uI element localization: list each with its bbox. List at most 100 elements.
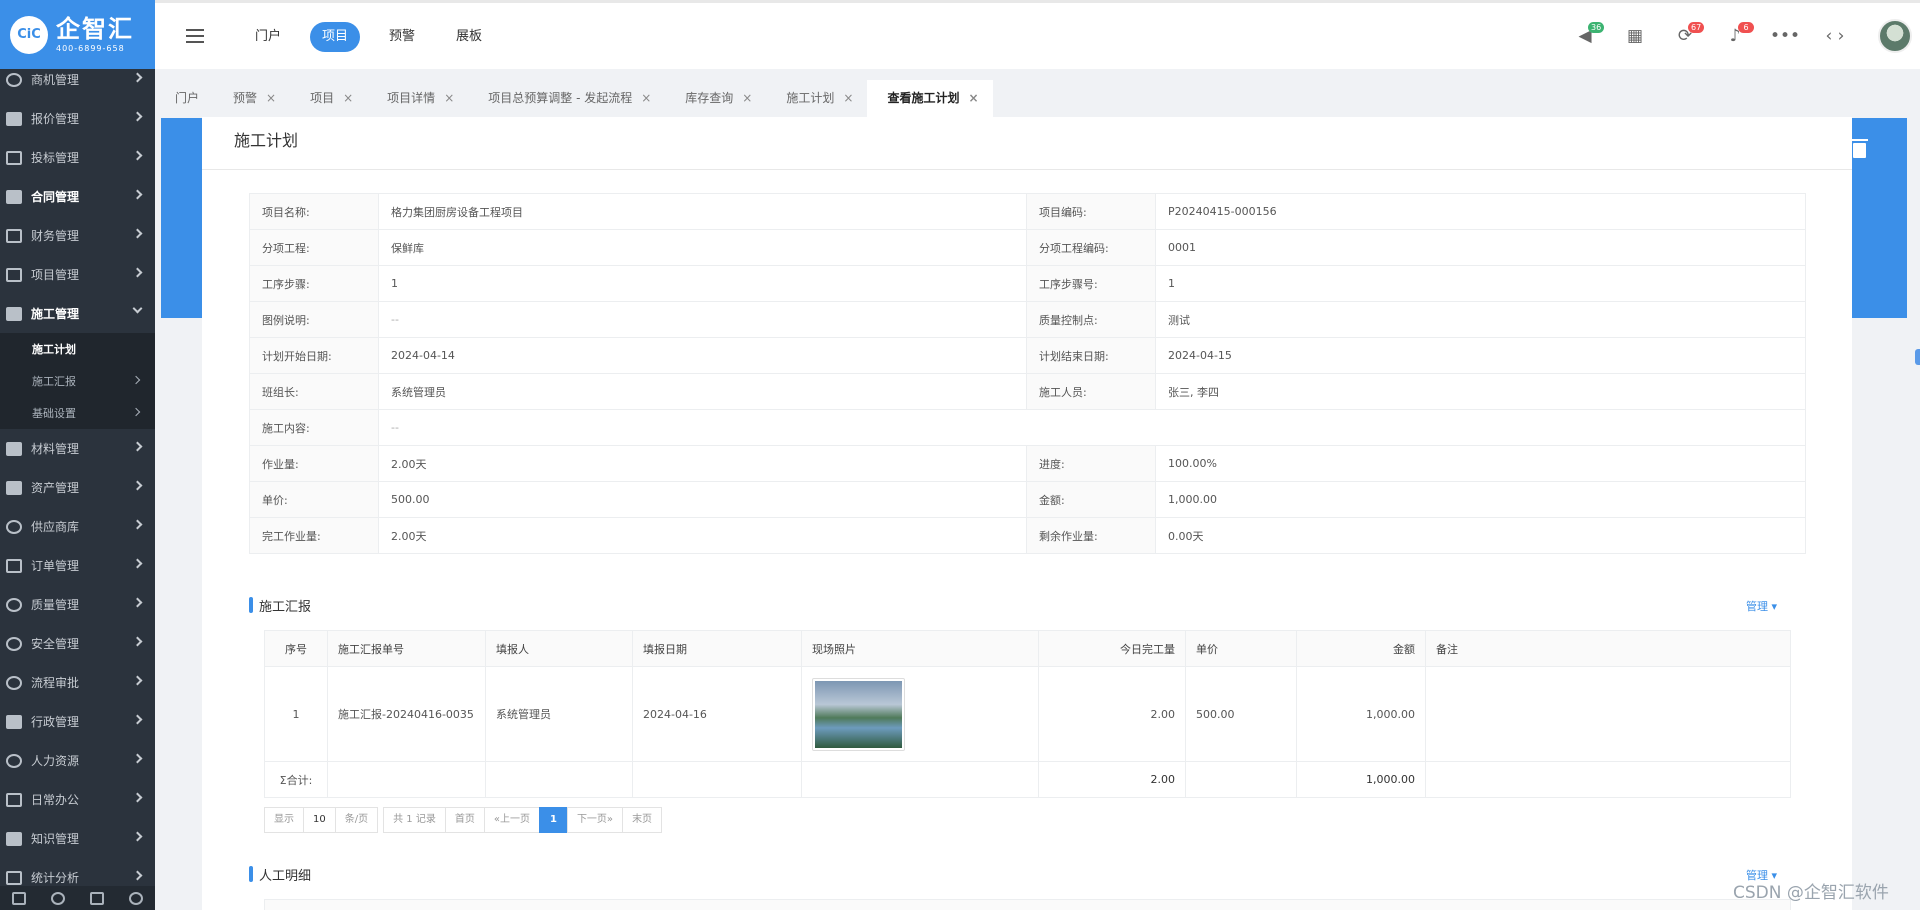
code-button[interactable]: ‹ › [1810, 16, 1860, 56]
logo[interactable]: CiC 企智汇 400-6899-658 [0, 0, 155, 69]
power-icon[interactable] [128, 891, 143, 905]
calendar-button[interactable]: ▦ [1610, 16, 1660, 56]
field-label: 金额: [1026, 481, 1156, 518]
lock-icon[interactable] [89, 891, 104, 905]
chevron-right-icon [132, 150, 143, 161]
gear-icon[interactable] [51, 891, 66, 905]
more-button[interactable]: ••• [1760, 16, 1810, 56]
sidebar-item-finance[interactable]: 财务管理 [0, 216, 155, 255]
tab-budget-adjust[interactable]: 项目总预算调整 - 发起流程 × [468, 80, 665, 117]
sidebar-item-approval[interactable]: 流程审批 [0, 663, 155, 702]
sidebar-item-label: 行政管理 [31, 715, 80, 729]
manage-label: 管理 [1745, 600, 1768, 613]
sidebar-item-opportunity[interactable]: 商机管理 [0, 60, 155, 99]
report-code-link[interactable]: 施工汇报-20240416-0035 [327, 666, 486, 762]
field-label: 质量控制点: [1026, 301, 1156, 338]
tab-portal[interactable]: 门户 [155, 80, 213, 117]
project-name-value: 格力集团厨房设备工程项目 [378, 193, 1027, 230]
sync-badge: 67 [1688, 22, 1705, 33]
sidebar-item-safety[interactable]: 安全管理 [0, 624, 155, 663]
user-icon [6, 753, 22, 768]
topnav-alert[interactable]: 预警 [377, 22, 427, 52]
topnav-portal[interactable]: 门户 [243, 22, 293, 52]
tab-label: 施工计划 [786, 91, 835, 105]
layout-icon [6, 267, 22, 282]
sidebar-item-material[interactable]: 材料管理 [0, 429, 155, 468]
progress-value: 100.00% [1155, 445, 1806, 482]
topnav-project[interactable]: 项目 [310, 22, 361, 52]
leader-value: 系统管理员 [378, 373, 1027, 410]
sidebar-item-asset[interactable]: 资产管理 [0, 468, 155, 507]
next-page-button[interactable]: 下一页» [566, 807, 624, 833]
brand-phone: 400-6899-658 [56, 43, 125, 53]
monitor-icon[interactable] [12, 891, 27, 905]
sync-button[interactable]: ⟳ 67 [1660, 16, 1710, 56]
reporter: 系统管理员 [485, 666, 633, 762]
first-page-button[interactable]: 首页 [444, 807, 485, 833]
sidebar-subitem-plan[interactable]: 施工计划 [0, 333, 155, 365]
notification-button[interactable]: ♪ 6 [1710, 16, 1760, 56]
sidebar-item-quality[interactable]: 质量管理 [0, 585, 155, 624]
sidebar-item-project[interactable]: 项目管理 [0, 255, 155, 294]
topnav-board[interactable]: 展板 [444, 22, 494, 52]
tab-project[interactable]: 项目 × [290, 80, 367, 117]
announcement-button[interactable]: ◀ 36 [1560, 16, 1610, 56]
edit-icon [6, 792, 22, 807]
chevron-right-icon [132, 870, 143, 881]
trash-icon[interactable] [1851, 139, 1868, 158]
row-amount: 1,000.00 [1296, 666, 1426, 762]
sidebar-subitem-report[interactable]: 施工汇报 [0, 365, 155, 397]
tab-project-detail[interactable]: 项目详情 × [367, 80, 468, 117]
total-qty: 2.00 [1038, 761, 1186, 798]
close-icon[interactable]: × [968, 91, 978, 105]
close-icon[interactable]: × [641, 91, 651, 105]
close-icon[interactable]: × [266, 91, 276, 105]
close-icon[interactable]: × [444, 91, 454, 105]
close-icon[interactable]: × [843, 91, 853, 105]
calendar-icon: ▦ [1626, 26, 1644, 46]
last-page-button[interactable]: 末页 [622, 807, 663, 833]
sidebar-item-admin[interactable]: 行政管理 [0, 702, 155, 741]
sidebar-item-knowledge[interactable]: 知识管理 [0, 819, 155, 858]
sidebar-item-quote[interactable]: 报价管理 [0, 99, 155, 138]
sidebar-item-label: 合同管理 [31, 190, 80, 204]
prev-page-button[interactable]: «上一页 [483, 807, 540, 833]
chart-icon [6, 870, 22, 885]
close-icon[interactable]: × [742, 91, 752, 105]
sidebar-item-order[interactable]: 订单管理 [0, 546, 155, 585]
site-photo-thumbnail[interactable] [812, 677, 905, 751]
sidebar-item-bid[interactable]: 投标管理 [0, 138, 155, 177]
sidebar-item-label: 质量管理 [31, 598, 80, 612]
sidebar-item-office[interactable]: 日常办公 [0, 780, 155, 819]
folder-icon [6, 441, 22, 456]
avatar[interactable] [1878, 19, 1912, 53]
sidebar-item-supplier[interactable]: 供应商库 [0, 507, 155, 546]
chevron-right-icon [132, 519, 143, 530]
close-icon[interactable]: × [343, 91, 353, 105]
sidebar-item-hr[interactable]: 人力资源 [0, 741, 155, 780]
page-size-select[interactable]: 10 [303, 807, 336, 833]
sidebar-footer [0, 886, 155, 910]
current-page-button[interactable]: 1 [538, 807, 568, 833]
sidebar-item-label: 订单管理 [31, 559, 80, 573]
hamburger-menu-icon[interactable] [186, 29, 204, 43]
notification-badge: 6 [1738, 22, 1754, 33]
chevron-right-icon [132, 714, 143, 725]
side-handle[interactable] [1915, 349, 1920, 365]
sidebar-subitem-label: 基础设置 [32, 407, 76, 420]
qc-value: 测试 [1155, 301, 1806, 338]
chevron-right-icon [132, 753, 143, 764]
tab-view-construction-plan[interactable]: 查看施工计划 × [867, 80, 993, 117]
tab-construction-plan[interactable]: 施工计划 × [766, 80, 867, 117]
refresh-icon [6, 675, 22, 690]
sidebar-item-construction[interactable]: 施工管理 [0, 294, 155, 333]
field-label: 项目编码: [1026, 193, 1156, 230]
column-header: 备注 [1425, 630, 1791, 667]
report-manage-dropdown[interactable]: 管理 ▾ [1746, 598, 1777, 614]
tab-inventory[interactable]: 库存查询 × [665, 80, 766, 117]
sidebar-item-contract[interactable]: 合同管理 [0, 177, 155, 216]
column-header: 填报人 [485, 630, 633, 667]
sidebar-subitem-settings[interactable]: 基础设置 [0, 397, 155, 429]
chevron-right-icon [132, 189, 143, 200]
tab-alert[interactable]: 预警 × [213, 80, 290, 117]
